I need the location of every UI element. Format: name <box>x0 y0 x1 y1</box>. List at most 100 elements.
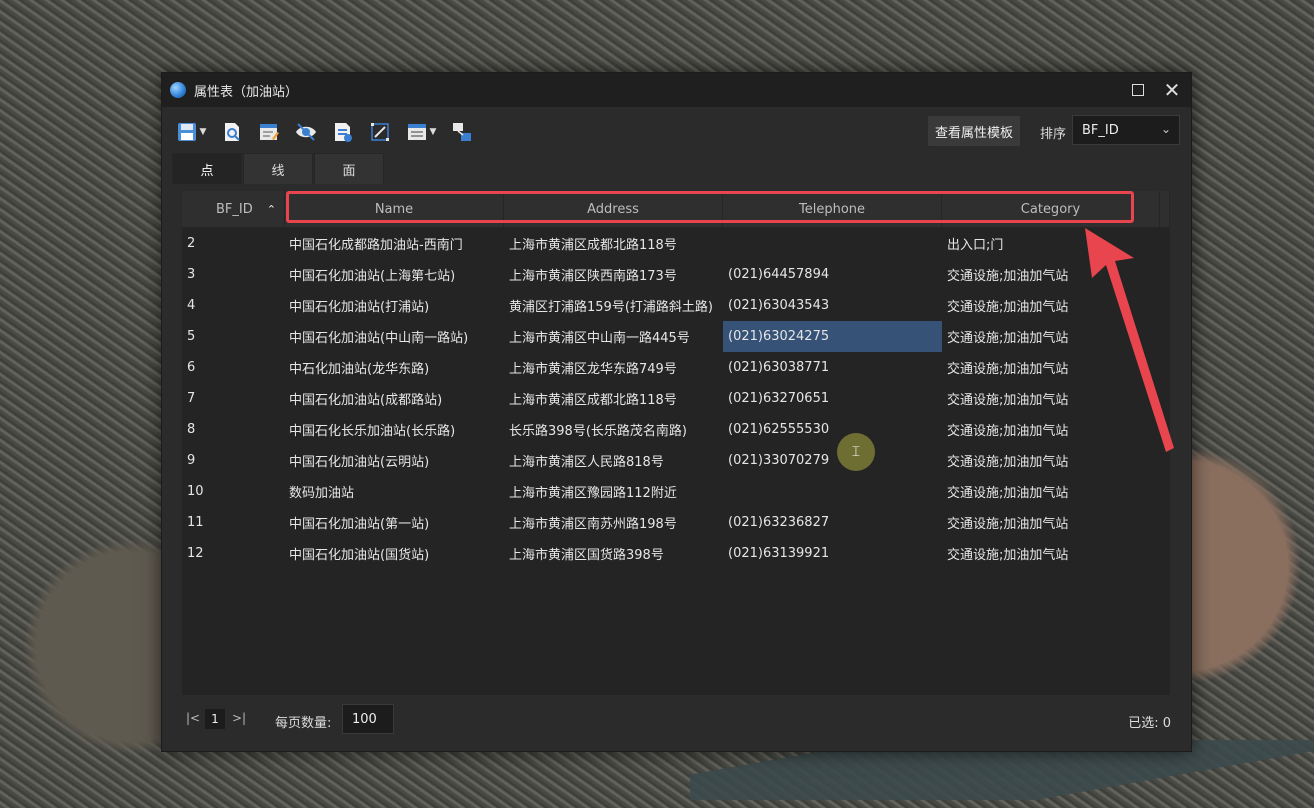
cell-bf-id[interactable]: 7 <box>182 383 285 414</box>
cell-telephone[interactable] <box>723 476 942 507</box>
cell-bf-id[interactable]: 5 <box>182 321 285 352</box>
zoom-to-icon <box>225 123 240 141</box>
cell-telephone[interactable]: (021)63038771 <box>723 352 942 383</box>
geometry-tabs: 点 线 面 <box>172 153 385 184</box>
save-dropdown-chevron-icon[interactable]: ▼ <box>200 127 207 137</box>
cell-telephone[interactable]: (021)63043543 <box>723 290 942 321</box>
cell-address[interactable]: 长乐路398号(长乐路茂名南路) <box>504 414 723 445</box>
edit-table-icon <box>260 124 279 140</box>
cell-address[interactable]: 上海市黄浦区成都北路118号 <box>504 383 723 414</box>
cell-address[interactable]: 上海市黄浦区中山南一路445号 <box>504 321 723 352</box>
table-row[interactable]: 3 中国石化加油站(上海第七站) 上海市黄浦区陕西南路173号 (021)644578… <box>182 259 1170 290</box>
current-page[interactable]: 1 <box>205 709 225 729</box>
cell-bf-id[interactable]: 6 <box>182 352 285 383</box>
cell-telephone[interactable]: (021)63236827 <box>723 507 942 538</box>
zoom-to-button[interactable] <box>217 118 247 146</box>
table-body: 2 中国石化成都路加油站-西南门 上海市黄浦区成都北路118号 出入口;门 3 中国石化加… <box>182 228 1170 569</box>
view-attribute-template-button[interactable]: 查看属性模板 <box>927 115 1021 147</box>
cell-telephone[interactable]: (021)64457894 <box>723 259 942 290</box>
select-edit-icon <box>371 123 389 141</box>
table-row[interactable]: 2 中国石化成都路加油站-西南门 上海市黄浦区成都北路118号 出入口;门 <box>182 228 1170 259</box>
sort-ascending-icon[interactable]: ⌃ <box>267 203 276 216</box>
cell-name[interactable]: 中国石化加油站(中山南一路站) <box>285 321 504 352</box>
table-row[interactable]: 12 中国石化加油站(国货站) 上海市黄浦区国货路398号 (021)63139921… <box>182 538 1170 569</box>
cell-bf-id[interactable]: 4 <box>182 290 285 321</box>
cell-bf-id[interactable]: 2 <box>182 228 285 259</box>
column-header-label: BF_ID <box>216 201 253 217</box>
cell-name[interactable]: 中国石化加油站(云明站) <box>285 445 504 476</box>
table-row[interactable]: 5 中国石化加油站(中山南一路站) 上海市黄浦区中山南一路445号 (021)6302… <box>182 321 1170 352</box>
table-row[interactable]: 9 中国石化加油站(云明站) 上海市黄浦区人民路818号 (021)33070279 交… <box>182 445 1170 476</box>
cell-bf-id[interactable]: 11 <box>182 507 285 538</box>
cell-address[interactable]: 黄浦区打浦路159号(打浦路斜土路) <box>504 290 723 321</box>
cell-name[interactable]: 数码加油站 <box>285 476 504 507</box>
visibility-icon <box>296 123 316 141</box>
select-edit-button[interactable] <box>365 118 395 146</box>
header-highlight-annotation <box>286 191 1134 223</box>
text-cursor-icon: ⌶ <box>837 433 875 471</box>
table-footer: |< 1 >| 每页数量: 100 已选: 0 <box>162 703 1191 739</box>
per-page-input[interactable]: 100 <box>342 704 394 734</box>
table-row[interactable]: 8 中国石化长乐加油站(长乐路) 长乐路398号(长乐路茂名南路) (021)6255… <box>182 414 1170 445</box>
cell-telephone[interactable]: (021)62555530 <box>723 414 942 445</box>
chevron-down-icon: ⌄ <box>1160 122 1171 136</box>
cell-name[interactable]: 中国石化加油站(打浦站) <box>285 290 504 321</box>
cell-bf-id[interactable]: 12 <box>182 538 285 569</box>
first-page-button[interactable]: |< <box>186 711 200 725</box>
cell-bf-id[interactable]: 3 <box>182 259 285 290</box>
table-row[interactable]: 10 数码加油站 上海市黄浦区豫园路112附近 交通设施;加油加气站 <box>182 476 1170 507</box>
title-bar[interactable]: 属性表（加油站） ✕ <box>162 73 1191 107</box>
close-button[interactable]: ✕ <box>1155 73 1189 107</box>
cell-telephone[interactable]: (021)63270651 <box>723 383 942 414</box>
table-row[interactable]: 4 中国石化加油站(打浦站) 黄浦区打浦路159号(打浦路斜土路) (021)6304… <box>182 290 1170 321</box>
cell-bf-id[interactable]: 10 <box>182 476 285 507</box>
window-title: 属性表（加油站） <box>194 84 299 100</box>
attribute-table: BF_ID ⌃ Name Address Telephone Category … <box>182 191 1170 695</box>
cell-bf-id[interactable]: 8 <box>182 414 285 445</box>
tab-point[interactable]: 点 <box>172 153 242 184</box>
cell-address[interactable]: 上海市黄浦区龙华东路749号 <box>504 352 723 383</box>
cell-telephone[interactable]: (021)63024275 <box>723 321 942 352</box>
table-row[interactable]: 6 中石化加油站(龙华东路) 上海市黄浦区龙华东路749号 (021)63038771… <box>182 352 1170 383</box>
cell-name[interactable]: 中国石化加油站(上海第七站) <box>285 259 504 290</box>
cell-name[interactable]: 中国石化长乐加油站(长乐路) <box>285 414 504 445</box>
annotation-arrow <box>1085 228 1174 452</box>
cell-address[interactable]: 上海市黄浦区豫园路112附近 <box>504 476 723 507</box>
cell-name[interactable]: 中石化加油站(龙华东路) <box>285 352 504 383</box>
cell-name[interactable]: 中国石化加油站(成都路站) <box>285 383 504 414</box>
cell-address[interactable]: 上海市黄浦区国货路398号 <box>504 538 723 569</box>
cell-telephone[interactable]: (021)63139921 <box>723 538 942 569</box>
field-list-button[interactable]: ▼ <box>402 118 440 146</box>
column-header-bf-id[interactable]: BF_ID ⌃ <box>182 191 285 227</box>
visibility-button[interactable] <box>291 118 321 146</box>
cell-name[interactable]: 中国石化加油站(第一站) <box>285 507 504 538</box>
table-row[interactable]: 11 中国石化加油站(第一站) 上海市黄浦区南苏州路198号 (021)6323682… <box>182 507 1170 538</box>
export-button[interactable] <box>328 118 358 146</box>
cell-address[interactable]: 上海市黄浦区南苏州路198号 <box>504 507 723 538</box>
cell-name[interactable]: 中国石化成都路加油站-西南门 <box>285 228 504 259</box>
sort-label: 排序 <box>1040 127 1067 142</box>
cell-address[interactable]: 上海市黄浦区陕西南路173号 <box>504 259 723 290</box>
field-list-dropdown-chevron-icon[interactable]: ▼ <box>430 127 437 137</box>
last-page-button[interactable]: >| <box>232 711 246 725</box>
header-scroll-gutter <box>1160 191 1170 227</box>
sort-select[interactable]: BF_ID ⌄ <box>1072 115 1180 145</box>
maximize-button[interactable] <box>1121 73 1155 107</box>
cell-category[interactable]: 交通设施;加油加气站 <box>942 538 1160 569</box>
edit-table-button[interactable] <box>254 118 284 146</box>
cell-name[interactable]: 中国石化加油站(国货站) <box>285 538 504 569</box>
tab-line[interactable]: 线 <box>243 153 313 184</box>
close-icon: ✕ <box>1163 78 1181 102</box>
cell-telephone[interactable] <box>723 228 942 259</box>
cell-bf-id[interactable]: 9 <box>182 445 285 476</box>
field-list-icon <box>407 124 426 140</box>
cell-address[interactable]: 上海市黄浦区人民路818号 <box>504 445 723 476</box>
link-button[interactable] <box>447 118 477 146</box>
selected-count: 已选: 0 <box>1128 716 1171 731</box>
tab-polygon[interactable]: 面 <box>314 153 384 184</box>
table-row[interactable]: 7 中国石化加油站(成都路站) 上海市黄浦区成都北路118号 (021)6327065… <box>182 383 1170 414</box>
cell-telephone[interactable]: (021)33070279 <box>723 445 942 476</box>
toolbar: ▼ ▼ <box>172 117 484 147</box>
save-button[interactable]: ▼ <box>172 118 210 146</box>
cell-address[interactable]: 上海市黄浦区成都北路118号 <box>504 228 723 259</box>
